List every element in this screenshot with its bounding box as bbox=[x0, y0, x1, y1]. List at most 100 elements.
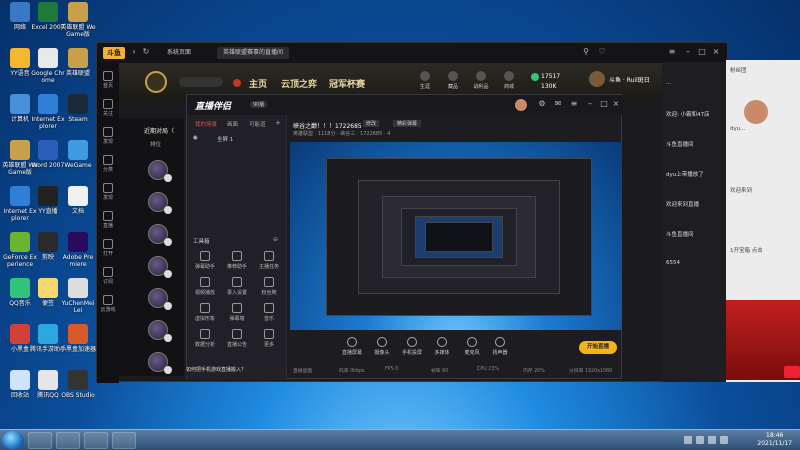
taskbar-chrome[interactable] bbox=[28, 432, 52, 449]
tab-canvas[interactable]: 画面 bbox=[227, 120, 238, 128]
minimize-icon[interactable]: – bbox=[683, 47, 693, 57]
tool-button[interactable]: 主播任务 bbox=[255, 251, 283, 270]
tool-icon bbox=[232, 277, 242, 287]
companion-title-bar: 直播伴侣 90版 ⚙ ✉ ≡ – □ × bbox=[187, 95, 623, 115]
add-scene-button[interactable]: + bbox=[275, 119, 281, 127]
close-icon[interactable]: × bbox=[711, 47, 721, 57]
tab-my-scene[interactable]: 我的场景 bbox=[195, 120, 217, 128]
sidebar-item[interactable]: 发现 bbox=[98, 127, 118, 145]
game-search-input[interactable] bbox=[179, 77, 223, 87]
tool-label: 录入设置 bbox=[226, 290, 247, 296]
tab-stream-room[interactable]: 英雄联盟赛事的直播间 bbox=[217, 47, 290, 59]
desktop-icon[interactable]: Adobe Premiere bbox=[60, 232, 96, 268]
menu-icon[interactable]: ≡ bbox=[667, 47, 677, 57]
loot-button[interactable]: 战利品 bbox=[471, 71, 491, 90]
tool-button[interactable]: 数据分析 bbox=[191, 329, 219, 348]
desktop-icon[interactable]: 小黑盒加速器 bbox=[60, 324, 96, 353]
desktop-icon[interactable]: 文档 bbox=[60, 186, 96, 215]
sidebar-item[interactable]: 分类 bbox=[98, 155, 118, 173]
tool-icon bbox=[264, 329, 274, 339]
minimize-icon[interactable]: – bbox=[585, 99, 595, 109]
scene-item[interactable]: 全屏 1 bbox=[217, 135, 233, 143]
toolbox-more-icon[interactable]: ⊖ bbox=[273, 236, 278, 243]
source-button[interactable]: 摄像头 bbox=[371, 337, 393, 356]
sidebar-item[interactable]: 首页 bbox=[98, 71, 118, 89]
tool-button[interactable]: 视频播放 bbox=[191, 277, 219, 296]
send-button[interactable] bbox=[784, 366, 800, 378]
tool-button[interactable]: 推荐助手 bbox=[223, 251, 251, 270]
desktop-icon[interactable]: Steam bbox=[60, 94, 96, 123]
user-avatar[interactable] bbox=[589, 71, 605, 87]
close-icon[interactable]: × bbox=[611, 99, 621, 109]
streamer-avatar[interactable] bbox=[744, 100, 768, 124]
settings-icon[interactable]: ⚙ bbox=[537, 99, 547, 109]
tool-button[interactable]: 虚拟形象 bbox=[191, 303, 219, 322]
version-badge: 90版 bbox=[250, 101, 268, 108]
nav-champion-cup[interactable]: 冠军杯赛 bbox=[329, 77, 365, 90]
desktop-icon[interactable]: 英雄联盟 WeGame版 bbox=[60, 2, 96, 38]
back-icon[interactable]: ‹ bbox=[129, 47, 139, 57]
tool-button[interactable]: 音乐 bbox=[255, 303, 283, 322]
sidebar-item[interactable]: 订阅 bbox=[98, 267, 118, 285]
desktop-icon[interactable]: YuChenMeiLei bbox=[60, 278, 96, 314]
tab-ranked[interactable]: 排位 bbox=[150, 140, 161, 148]
champion-level-badge bbox=[164, 302, 172, 310]
sidebar-item[interactable]: 打开 bbox=[98, 239, 118, 257]
sidebar-item[interactable]: 发现 bbox=[98, 183, 118, 201]
tool-button[interactable]: 粉丝牌 bbox=[255, 277, 283, 296]
nav-tft[interactable]: 云顶之弈 bbox=[281, 77, 317, 90]
maximize-icon[interactable]: □ bbox=[697, 47, 707, 57]
taskbar-lol[interactable] bbox=[84, 432, 108, 449]
refresh-icon[interactable]: ↻ bbox=[141, 47, 151, 57]
sidebar-item[interactable]: 云游戏 bbox=[98, 295, 118, 313]
eye-icon[interactable]: ◉ bbox=[193, 135, 198, 141]
tool-label: 弹幕墙 bbox=[229, 316, 245, 322]
store-button[interactable]: 商城 bbox=[499, 71, 519, 90]
tool-button[interactable]: 弹幕墙 bbox=[223, 303, 251, 322]
menu-icon[interactable]: ≡ bbox=[569, 99, 579, 109]
tool-button[interactable]: 弹幕助手 bbox=[191, 251, 219, 270]
maximize-icon[interactable]: □ bbox=[599, 99, 609, 109]
start-live-button[interactable]: 开始直播 bbox=[579, 341, 617, 354]
tray-icon[interactable] bbox=[684, 436, 692, 444]
source-button[interactable]: 直播屏幕 bbox=[341, 337, 363, 356]
tool-button[interactable]: 录入设置 bbox=[223, 277, 251, 296]
sidebar-item[interactable]: 关注 bbox=[98, 99, 118, 117]
app-icon bbox=[68, 48, 88, 68]
message-icon[interactable]: ✉ bbox=[553, 99, 563, 109]
clock[interactable]: 18:46 2021/11/17 bbox=[757, 432, 792, 448]
profile-button[interactable]: 生涯 bbox=[415, 71, 435, 90]
loot-icon bbox=[476, 71, 486, 81]
source-button[interactable]: 扬声器 bbox=[489, 337, 511, 356]
sidebar-item[interactable]: 直播 bbox=[98, 211, 118, 229]
tool-button[interactable]: 更多 bbox=[255, 329, 283, 348]
alert-icon[interactable] bbox=[233, 79, 241, 87]
source-button[interactable]: 麦克风 bbox=[461, 337, 483, 356]
source-button[interactable]: 手机投屏 bbox=[401, 337, 423, 356]
source-button[interactable]: 多媒体 bbox=[431, 337, 453, 356]
volume-icon[interactable] bbox=[708, 436, 716, 444]
app-icon bbox=[38, 324, 58, 344]
start-button[interactable] bbox=[2, 431, 24, 450]
desktop-icon[interactable]: OBS Studio bbox=[60, 370, 96, 399]
nav-home[interactable]: 主页 bbox=[249, 77, 267, 90]
tab-channel[interactable]: 可能道 bbox=[249, 120, 266, 128]
tip-bar[interactable]: 如何把手机游戏直播搬入？ bbox=[186, 366, 286, 376]
tab-system[interactable]: 系统页面 bbox=[161, 47, 197, 59]
desktop-icon-label: Steam bbox=[68, 116, 88, 123]
highlight-tag[interactable]: 精彩弹幕 bbox=[393, 120, 422, 127]
tray-icon[interactable] bbox=[696, 436, 704, 444]
collection-button[interactable]: 藏品 bbox=[443, 71, 463, 90]
taskbar-douyu[interactable] bbox=[56, 432, 80, 449]
heart-icon[interactable]: ♡ bbox=[597, 47, 607, 57]
companion-avatar[interactable] bbox=[515, 99, 527, 111]
search-icon[interactable]: ⚲ bbox=[581, 47, 591, 57]
edit-title-button[interactable]: 修改 bbox=[363, 120, 380, 127]
source-label: 扬声器 bbox=[492, 350, 508, 356]
network-icon[interactable] bbox=[720, 436, 728, 444]
tool-button[interactable]: 直播公告 bbox=[223, 329, 251, 348]
taskbar-companion[interactable] bbox=[112, 432, 136, 449]
desktop-icon[interactable]: WeGame bbox=[60, 140, 96, 169]
app-icon bbox=[38, 140, 58, 160]
desktop-icon[interactable]: 英雄联盟 bbox=[60, 48, 96, 77]
